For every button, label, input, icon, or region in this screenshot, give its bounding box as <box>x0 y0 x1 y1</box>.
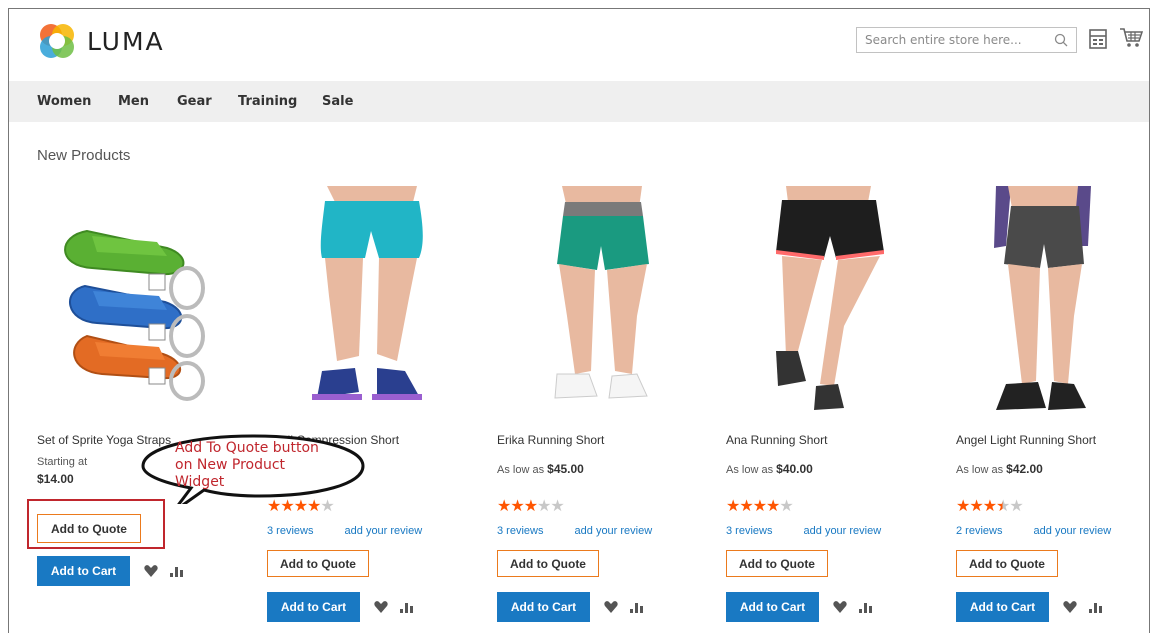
product-card: Set of Sprite Yoga Straps Starting at $1… <box>37 186 249 586</box>
product-price: $14.00 <box>37 472 74 486</box>
product-image[interactable] <box>956 186 1149 416</box>
add-to-cart-button[interactable]: Add to Cart <box>726 592 819 622</box>
product-card: Angel Light Running Short As low as $42.… <box>956 186 1149 622</box>
product-card: Erika Running Short As low as $45.00 ★★★… <box>497 186 709 622</box>
search-input[interactable] <box>857 28 1053 52</box>
compare-bars-icon[interactable] <box>1089 601 1103 613</box>
search-icon[interactable] <box>1054 33 1068 47</box>
product-image[interactable] <box>726 186 938 416</box>
add-review-link[interactable]: add your review <box>1034 525 1112 537</box>
rating-stars: ★★★★★ <box>726 496 794 515</box>
reviews-link[interactable]: 3 reviews <box>726 525 772 537</box>
product-image[interactable] <box>497 186 709 416</box>
yoga-straps-image <box>64 229 205 401</box>
running-short-image <box>554 186 649 399</box>
heart-icon[interactable] <box>374 601 388 613</box>
annotation-highlight-box <box>27 499 165 549</box>
add-to-cart-button[interactable]: Add to Cart <box>37 556 130 586</box>
heart-icon[interactable] <box>144 565 158 577</box>
store-logo[interactable]: LUMA <box>37 21 165 61</box>
logo-text: LUMA <box>87 26 165 56</box>
compare-bars-icon[interactable] <box>630 601 644 613</box>
heart-icon[interactable] <box>1063 601 1077 613</box>
add-review-link[interactable]: add your review <box>345 525 423 537</box>
nav-item-training[interactable]: Training <box>238 94 297 109</box>
price-prefix: As low as <box>726 464 774 476</box>
add-to-quote-button[interactable]: Add to Quote <box>726 550 828 577</box>
page-frame: LUMA Women Men <box>8 8 1150 633</box>
price-prefix: As low as <box>497 464 545 476</box>
product-image[interactable] <box>267 186 479 416</box>
reviews-link[interactable]: 2 reviews <box>956 525 1002 537</box>
product-card: Ana Running Short As low as $40.00 ★★★★★… <box>726 186 938 622</box>
cart-icon[interactable] <box>1119 27 1143 49</box>
rating-stars: ★★★★★ <box>956 496 1024 515</box>
annotation-text: Add To Quote button on New Product Widge… <box>175 440 319 490</box>
nav-item-sale[interactable]: Sale <box>322 94 353 109</box>
product-name[interactable]: Ana Running Short <box>726 433 827 447</box>
running-short-image <box>994 186 1091 410</box>
reviews-link[interactable]: 3 reviews <box>497 525 543 537</box>
reviews-link[interactable]: 3 reviews <box>267 525 313 537</box>
product-image[interactable] <box>37 186 249 416</box>
product-price: $40.00 <box>776 462 813 476</box>
price-prefix: Starting at <box>37 456 88 468</box>
running-short-image <box>776 186 884 410</box>
search-box <box>856 27 1077 53</box>
luma-logo-icon <box>40 24 74 58</box>
price-prefix: As low as <box>956 464 1004 476</box>
header: LUMA <box>9 9 1149 81</box>
compare-bars-icon[interactable] <box>859 601 873 613</box>
heart-icon[interactable] <box>604 601 618 613</box>
compare-bars-icon[interactable] <box>400 601 414 613</box>
compare-icon[interactable] <box>1089 29 1107 49</box>
add-to-cart-button[interactable]: Add to Cart <box>267 592 360 622</box>
add-to-quote-button[interactable]: Add to Quote <box>956 550 1058 577</box>
add-review-link[interactable]: add your review <box>575 525 653 537</box>
section-title: New Products <box>37 147 131 164</box>
nav-item-gear[interactable]: Gear <box>177 94 212 109</box>
add-to-cart-button[interactable]: Add to Cart <box>497 592 590 622</box>
add-to-quote-button[interactable]: Add to Quote <box>497 550 599 577</box>
product-card: Sybil Compression Short ★★★★★ 3 reviews … <box>267 186 479 622</box>
product-price: $45.00 <box>547 462 584 476</box>
rating-stars: ★★★★★ <box>497 496 565 515</box>
compression-short-image <box>312 186 423 400</box>
add-to-cart-button[interactable]: Add to Cart <box>956 592 1049 622</box>
product-price: $42.00 <box>1006 462 1043 476</box>
nav-item-men[interactable]: Men <box>118 94 149 109</box>
add-review-link[interactable]: add your review <box>804 525 882 537</box>
add-to-quote-button[interactable]: Add to Quote <box>267 550 369 577</box>
compare-bars-icon[interactable] <box>170 565 184 577</box>
nav-item-women[interactable]: Women <box>37 94 91 109</box>
heart-icon[interactable] <box>833 601 847 613</box>
product-name[interactable]: Erika Running Short <box>497 433 604 447</box>
product-name[interactable]: Angel Light Running Short <box>956 433 1096 447</box>
main-nav: Women Men Gear Training Sale <box>9 81 1149 122</box>
